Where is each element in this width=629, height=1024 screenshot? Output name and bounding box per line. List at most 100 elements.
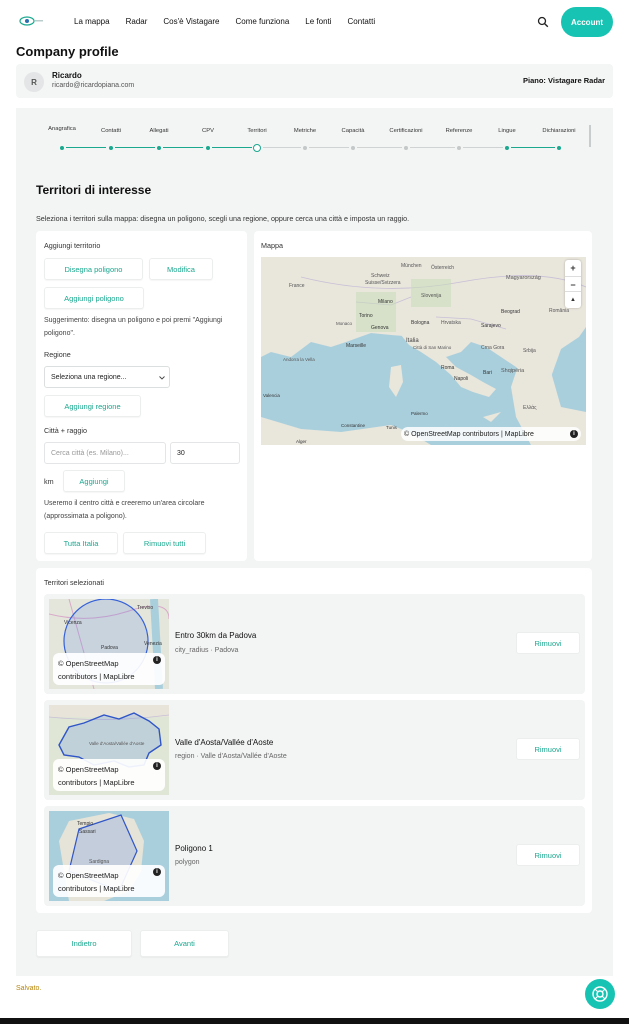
info-icon[interactable]: i (153, 762, 161, 770)
step-contatti[interactable]: Contatti (101, 128, 121, 134)
map-place-label: Città di San Marino (413, 345, 452, 350)
back-button[interactable]: Indietro (36, 930, 132, 957)
step-anagrafica[interactable]: Anagrafica (48, 126, 76, 132)
city-radius-label: Città + raggio (44, 426, 87, 435)
step-connector (263, 147, 301, 148)
step-dot-done[interactable] (109, 146, 113, 150)
step-connector (163, 147, 203, 148)
thumbnail-attribution-line: contributors | MapLibre (58, 778, 135, 787)
region-select-value: Seleziona una regione... (51, 373, 127, 381)
map-canvas[interactable]: München Österreich Magyarország Schweiz … (261, 257, 586, 445)
step-connector (66, 147, 106, 148)
account-button[interactable]: Account (561, 7, 613, 37)
map-place-label: Bari (483, 370, 492, 376)
info-icon[interactable]: i (570, 430, 578, 438)
step-certificazioni[interactable]: Certificazioni (389, 128, 422, 134)
radius-input[interactable]: 30 (170, 442, 240, 464)
map-tiles[interactable]: München Österreich Magyarország Schweiz … (261, 257, 586, 445)
edit-button[interactable]: Modifica (149, 258, 213, 280)
step-connector (115, 147, 155, 148)
map-place-label: România (549, 308, 569, 314)
step-dot[interactable] (404, 146, 408, 150)
territory-thumbnail: Tempio Sassari Sardigna © OpenStreetMap … (49, 811, 169, 901)
nav-contatti[interactable]: Contatti (348, 17, 376, 26)
next-button[interactable]: Avanti (140, 930, 229, 957)
search-icon[interactable] (537, 16, 549, 28)
map-place-label: Schweiz (371, 273, 390, 279)
step-dot-done[interactable] (505, 146, 509, 150)
thumbnail-attribution: © OpenStreetMap contributors | MapLibre … (53, 653, 165, 685)
selected-territory-item: Tempio Sassari Sardigna © OpenStreetMap … (44, 806, 585, 906)
add-city-button[interactable]: Aggiungi (63, 470, 125, 492)
step-connector (212, 147, 252, 148)
map-place-label: Milano (378, 299, 393, 305)
page-title: Company profile (16, 44, 119, 59)
selected-territory-item: Vicenza Treviso Padova Venezia © OpenStr… (44, 594, 585, 694)
radius-value: 30 (177, 449, 185, 457)
thumb-place-label: Padova (101, 645, 118, 651)
thumbnail-attribution: © OpenStreetMap contributors | MapLibre … (53, 865, 165, 897)
step-dot-done[interactable] (60, 146, 64, 150)
zoom-in-button[interactable]: + (565, 260, 581, 276)
thumbnail-attribution-line: contributors | MapLibre (58, 672, 135, 681)
map-place-label: Magyarország (506, 275, 541, 281)
nav-cose-vistagare[interactable]: Cos'è Vistagare (163, 17, 219, 26)
step-metriche[interactable]: Metriche (294, 128, 316, 134)
step-allegati[interactable]: Allegati (149, 128, 168, 134)
info-icon[interactable]: i (153, 868, 161, 876)
region-select[interactable]: Seleziona una regione... (44, 366, 170, 388)
vistagare-logo[interactable] (18, 14, 44, 28)
map-place-label: Beograd (501, 309, 520, 315)
user-card: R Ricardo ricardo@ricardopiana.com Piano… (16, 64, 613, 98)
step-cpv[interactable]: CPV (202, 128, 214, 134)
step-dot-done[interactable] (157, 146, 161, 150)
help-button[interactable] (585, 979, 615, 1009)
step-dot-done[interactable] (206, 146, 210, 150)
remove-all-button[interactable]: Rimuovi tutti (123, 532, 206, 554)
remove-territory-button[interactable]: Rimuovi (516, 632, 580, 654)
map-place-label: Andorra la Vella (283, 357, 315, 362)
step-dot[interactable] (303, 146, 307, 150)
section-title: Territori di interesse (36, 183, 152, 197)
window-bottom-edge (0, 1018, 629, 1024)
thumb-place-label: Venezia (144, 641, 162, 647)
nav-radar[interactable]: Radar (126, 17, 148, 26)
map-place-label: Genova (371, 325, 389, 331)
add-region-button[interactable]: Aggiungi regione (44, 395, 141, 417)
step-dot-done[interactable] (557, 146, 561, 150)
territory-thumbnail: Valle d'Aosta/Vallée d'Aoste © OpenStree… (49, 705, 169, 795)
map-place-label: Ελλάς (523, 404, 537, 411)
step-referenze[interactable]: Referenze (446, 128, 473, 134)
step-connector (309, 147, 349, 148)
top-navigation: La mappa Radar Cos'è Vistagare Come funz… (0, 0, 629, 44)
step-dichiarazioni[interactable]: Dichiarazioni (542, 128, 575, 134)
nav-le-fonti[interactable]: Le fonti (305, 17, 331, 26)
remove-territory-button[interactable]: Rimuovi (516, 738, 580, 760)
add-polygon-button[interactable]: Aggiungi poligono (44, 287, 144, 309)
map-place-label: Suisse/Svizzera (365, 280, 401, 286)
thumbnail-attribution-line: © OpenStreetMap (58, 871, 119, 880)
city-search-placeholder: Cerca città (es. Milano)... (51, 449, 129, 457)
step-dot[interactable] (457, 146, 461, 150)
stepper-scrollbar[interactable] (589, 125, 591, 147)
info-icon[interactable]: i (153, 656, 161, 664)
territory-title: Poligono 1 (175, 844, 213, 853)
step-dot-current[interactable] (253, 144, 261, 152)
step-capacita[interactable]: Capacità (342, 128, 365, 134)
map-place-label: Österreich (431, 264, 454, 271)
lifebuoy-icon (592, 986, 608, 1002)
city-search-input[interactable]: Cerca città (es. Milano)... (44, 442, 166, 464)
all-italy-button[interactable]: Tutta Italia (44, 532, 118, 554)
zoom-out-button[interactable]: − (565, 276, 581, 292)
compass-button[interactable]: ▲ (565, 292, 581, 308)
draw-polygon-button[interactable]: Disegna poligono (44, 258, 143, 280)
remove-territory-button[interactable]: Rimuovi (516, 844, 580, 866)
step-dot[interactable] (351, 146, 355, 150)
step-territori[interactable]: Territori (247, 128, 266, 134)
step-lingue[interactable]: Lingue (498, 128, 515, 134)
nav-la-mappa[interactable]: La mappa (74, 17, 110, 26)
territory-title: Entro 30km da Padova (175, 631, 257, 640)
nav-come-funziona[interactable]: Come funziona (235, 17, 289, 26)
save-status: Salvato. (16, 985, 42, 992)
map-place-label: Hrvatska (441, 320, 461, 326)
